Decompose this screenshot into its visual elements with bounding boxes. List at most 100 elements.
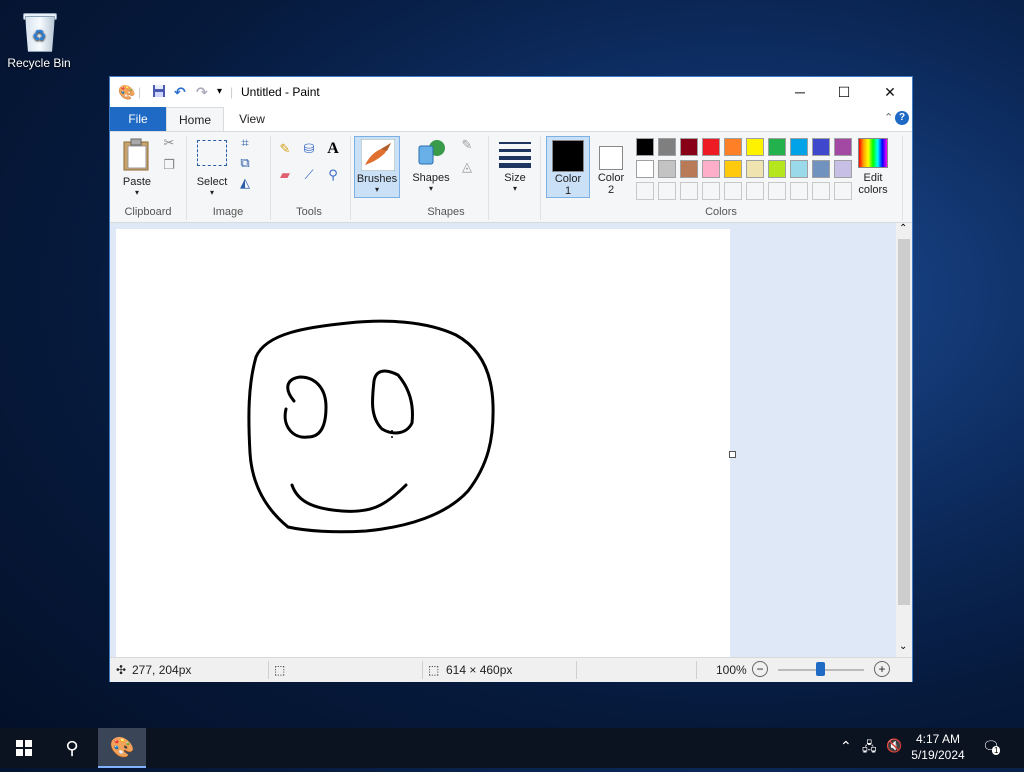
vertical-scrollbar[interactable]: ⌃ ⌄ [896,223,912,657]
drawing-canvas[interactable] [116,229,730,657]
minimize-button[interactable]: ─ [777,77,823,107]
custom-color-slot[interactable] [812,182,830,200]
recycle-bin-desktop-icon[interactable]: ♻ Recycle Bin [4,6,74,70]
eraser-icon[interactable]: ▰ [276,166,294,184]
shapes-button[interactable]: Shapes ▾ [408,136,454,198]
tab-file[interactable]: File [110,107,166,131]
network-icon[interactable]: 🖧 [862,738,877,760]
close-button[interactable]: ✕ [867,77,913,107]
custom-color-slot[interactable] [746,182,764,200]
size-icon [499,142,531,168]
fill-icon[interactable]: ⛁ [300,140,318,158]
color-picker-icon[interactable]: ⟋ [300,166,318,184]
paste-button[interactable]: Paste ▾ [120,138,154,197]
select-label: Select [196,176,228,188]
volume-muted-icon[interactable]: 🔇 [886,738,902,754]
size-dropdown-icon[interactable]: ▾ [496,184,534,193]
zoom-in-icon[interactable]: + [874,661,890,677]
custom-color-slot[interactable] [680,182,698,200]
color2-button[interactable]: Color 2 [590,136,632,198]
magnifier-icon[interactable]: ⚲ [324,166,342,184]
undo-icon[interactable]: ↶ [174,84,186,100]
fill-shape-icon[interactable]: ◬ [458,158,476,176]
pencil-icon[interactable]: ✎ [276,140,294,158]
quick-access-separator: | [138,85,142,99]
text-icon[interactable]: A [324,140,342,158]
palette-swatch[interactable] [680,138,698,156]
show-hidden-icons[interactable]: ⌃ [840,738,852,755]
windows-logo-icon [16,740,32,756]
copy-icon[interactable]: ❐ [160,156,178,174]
color1-button[interactable]: Color 1 [546,136,590,198]
clock-date: 5/19/2024 [911,748,965,762]
scrollbar-thumb[interactable] [898,239,910,605]
palette-swatch[interactable] [724,138,742,156]
palette-swatch[interactable] [812,160,830,178]
zoom-out-icon[interactable]: − [752,661,768,677]
rotate-icon[interactable]: ◭ [236,174,254,192]
tab-view[interactable]: View [228,107,276,131]
clock[interactable]: 4:17 AM 5/19/2024 [910,731,966,763]
paint-app-icon[interactable]: 🎨 [118,84,135,100]
collapse-ribbon-icon[interactable]: ⌃ [884,111,893,124]
palette-swatch[interactable] [790,160,808,178]
taskbar: ⚲ 🎨 ⌃ 🖧 🔇 4:17 AM 5/19/2024 🗨 1 [0,728,1024,768]
palette-swatch[interactable] [658,160,676,178]
help-icon[interactable]: ? [895,111,909,125]
color1-label-line2: 1 [564,185,572,197]
size-button[interactable]: Size ▾ [496,136,534,198]
edit-colors-button[interactable]: Edit colors [850,136,896,198]
smiley-drawing [247,319,495,534]
search-icon[interactable]: ⚲ [48,728,96,768]
canvas-resize-handle[interactable] [729,451,736,458]
redo-icon[interactable]: ↷ [196,84,208,100]
palette-swatch[interactable] [768,138,786,156]
custom-color-slot[interactable] [768,182,786,200]
paint-window: 🎨 | ↶ ↷ ▾ | Untitled - Paint ─ ☐ ✕ File … [109,76,913,682]
start-button[interactable] [0,728,48,768]
palette-swatch[interactable] [702,138,720,156]
palette-swatch[interactable] [812,138,830,156]
custom-color-slot[interactable] [636,182,654,200]
crop-icon[interactable]: ⌗ [236,134,254,152]
palette-swatch[interactable] [658,138,676,156]
cut-icon[interactable]: ✂ [160,134,178,152]
custom-color-slot[interactable] [658,182,676,200]
palette-swatch[interactable] [680,160,698,178]
action-center-icon[interactable]: 🗨 1 [982,738,1002,756]
custom-color-slot[interactable] [702,182,720,200]
maximize-button[interactable]: ☐ [821,77,867,107]
zoom-slider-thumb[interactable] [816,662,825,676]
select-button[interactable]: Select ▾ [194,138,230,197]
shapes-dropdown-icon[interactable]: ▾ [408,184,454,193]
canvas-workspace [110,223,896,657]
save-icon[interactable] [152,84,166,100]
outline-icon[interactable]: ✎ [458,136,476,154]
palette-swatch[interactable] [724,160,742,178]
custom-color-slot[interactable] [790,182,808,200]
customize-quick-access-icon[interactable]: ▾ [217,84,222,100]
custom-color-slot[interactable] [724,182,742,200]
select-dropdown-icon[interactable]: ▾ [190,188,234,197]
edit-colors-label-line2: colors [858,184,888,196]
color1-swatch [552,140,584,172]
shapes-group-label: Shapes [427,206,465,218]
palette-swatch[interactable] [702,160,720,178]
scroll-down-icon[interactable]: ⌄ [899,641,907,652]
edit-colors-label-line1: Edit [863,172,883,184]
palette-swatch[interactable] [746,138,764,156]
palette-swatch[interactable] [746,160,764,178]
brushes-button[interactable]: Brushes ▾ [354,136,400,198]
palette-swatch[interactable] [790,138,808,156]
palette-swatch[interactable] [768,160,786,178]
palette-swatch[interactable] [636,160,654,178]
palette-swatch[interactable] [636,138,654,156]
scroll-up-icon[interactable]: ⌃ [899,223,907,234]
brushes-dropdown-icon[interactable]: ▾ [355,185,399,194]
tab-home[interactable]: Home [166,107,224,131]
paste-label: Paste [122,176,152,188]
paint-taskbar-button[interactable]: 🎨 [98,728,146,768]
resize-icon[interactable]: ⧉ [236,154,254,172]
edit-colors-icon [858,138,888,168]
paste-dropdown-icon[interactable]: ▾ [116,188,158,197]
